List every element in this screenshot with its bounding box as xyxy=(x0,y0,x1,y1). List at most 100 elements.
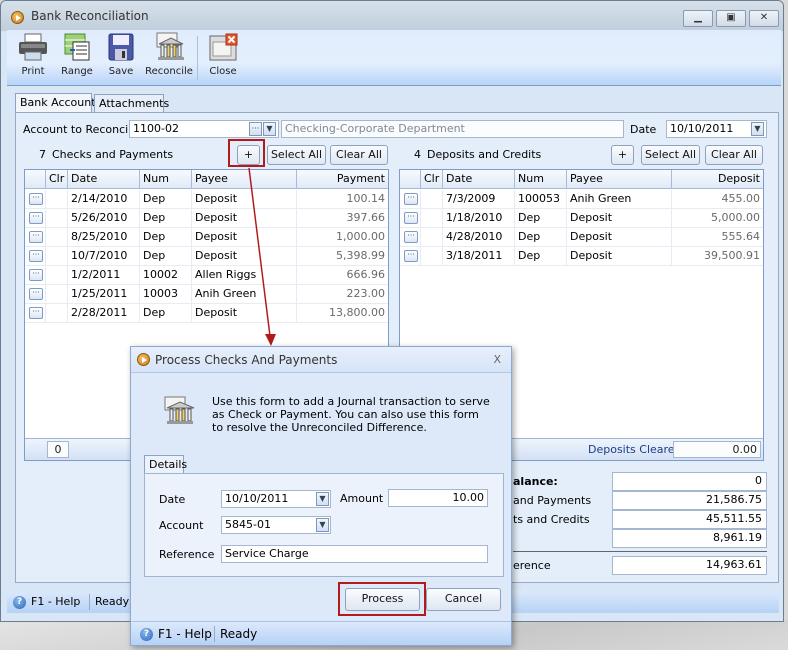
cancel-button[interactable]: Cancel xyxy=(426,588,501,611)
ellipsis-icon[interactable]: ··· xyxy=(29,231,43,243)
dialog-close-button[interactable]: X xyxy=(493,353,501,366)
tab-details[interactable]: Details xyxy=(144,455,187,474)
date-cell: 2/14/2010 xyxy=(68,190,140,209)
dialog-date-label: Date xyxy=(159,493,186,506)
col-num[interactable]: Num xyxy=(140,170,192,189)
amount-label: Amount xyxy=(340,492,384,505)
clr-cell[interactable] xyxy=(421,190,443,209)
dialog-date-input[interactable]: 10/10/2011 xyxy=(221,490,331,508)
ellipsis-icon[interactable]: ··· xyxy=(29,193,43,205)
date-cell: 3/18/2011 xyxy=(443,247,515,266)
table-row[interactable]: ··· 5/26/2010 Dep Deposit 397.66 xyxy=(25,209,388,228)
print-button[interactable]: Print xyxy=(9,32,57,77)
table-row[interactable]: ··· 10/7/2010 Dep Deposit 5,398.99 xyxy=(25,247,388,266)
num-cell: 100053 xyxy=(515,190,567,209)
reference-input[interactable]: Service Charge xyxy=(221,545,488,563)
add-deposit-button[interactable]: + xyxy=(611,145,634,165)
checks-clear-all-button[interactable]: Clear All xyxy=(330,145,388,165)
clr-cell[interactable] xyxy=(46,247,68,266)
row-action-cell: ··· xyxy=(400,247,421,266)
range-label: Range xyxy=(61,66,93,77)
deposits-select-all-button[interactable]: Select All xyxy=(641,145,700,165)
col-payee[interactable]: Payee xyxy=(567,170,672,189)
deposits-count: 4 xyxy=(414,148,421,161)
col-action xyxy=(25,170,46,189)
ellipsis-icon[interactable]: ··· xyxy=(29,269,43,281)
table-row[interactable]: ··· 8/25/2010 Dep Deposit 1,000.00 xyxy=(25,228,388,247)
close-button[interactable]: ✕ xyxy=(749,10,779,27)
dialog-date-dropdown[interactable]: ▼ xyxy=(316,492,329,506)
clr-cell[interactable] xyxy=(46,209,68,228)
help-text[interactable]: F1 - Help xyxy=(31,595,80,608)
clr-cell[interactable] xyxy=(421,209,443,228)
ellipsis-icon[interactable]: ··· xyxy=(404,212,418,224)
amount-cell: 100.14 xyxy=(346,192,386,205)
app-icon xyxy=(11,11,24,24)
clr-cell[interactable] xyxy=(46,285,68,304)
ellipsis-icon[interactable]: ··· xyxy=(404,193,418,205)
restore-button[interactable]: ▣ xyxy=(716,10,746,27)
table-row[interactable]: ··· 1/2/2011 10002 Allen Riggs 666.96 xyxy=(25,266,388,285)
col-date[interactable]: Date xyxy=(68,170,140,189)
col-action xyxy=(400,170,421,189)
close-toolbar-button[interactable]: Close xyxy=(199,32,247,77)
summary-label-1: and Payments xyxy=(513,494,592,507)
num-cell: Dep xyxy=(140,209,192,228)
amount-cell: 5,000.00 xyxy=(711,211,760,224)
dialog-account-dropdown[interactable]: ▼ xyxy=(316,518,329,532)
ellipsis-icon[interactable]: ··· xyxy=(29,250,43,262)
account-lookup-button[interactable]: ··· xyxy=(249,122,262,136)
col-date[interactable]: Date xyxy=(443,170,515,189)
clr-cell[interactable] xyxy=(46,266,68,285)
range-button[interactable]: Range xyxy=(53,32,101,77)
minimize-button[interactable]: ▁ xyxy=(683,10,713,27)
date-label: Date xyxy=(630,123,657,136)
reconcile-button[interactable]: Reconcile xyxy=(143,32,195,77)
col-deposit[interactable]: Deposit xyxy=(672,170,763,189)
tab-attachments[interactable]: Attachments xyxy=(94,94,169,112)
ellipsis-icon[interactable]: ··· xyxy=(404,231,418,243)
col-payee[interactable]: Payee xyxy=(192,170,297,189)
clr-cell[interactable] xyxy=(46,304,68,323)
row-action-cell: ··· xyxy=(25,209,46,228)
close-icon: ✕ xyxy=(759,12,769,23)
col-num[interactable]: Num xyxy=(515,170,567,189)
dialog-help-text[interactable]: F1 - Help xyxy=(158,627,212,641)
col-clr[interactable]: Clr xyxy=(421,170,443,189)
clr-cell[interactable] xyxy=(46,190,68,209)
col-clr[interactable]: Clr xyxy=(46,170,68,189)
payee-cell: Deposit xyxy=(192,304,297,323)
account-dropdown-button[interactable]: ▼ xyxy=(263,122,276,136)
clr-cell[interactable] xyxy=(46,228,68,247)
clr-cell[interactable] xyxy=(421,228,443,247)
table-row[interactable]: ··· 3/18/2011 Dep Deposit 39,500.91 xyxy=(400,247,763,266)
date-dropdown-button[interactable]: ▼ xyxy=(751,122,764,136)
ellipsis-icon[interactable]: ··· xyxy=(29,212,43,224)
checks-grid-header: Clr Date Num Payee Payment xyxy=(25,170,388,189)
table-row[interactable]: ··· 2/14/2010 Dep Deposit 100.14 xyxy=(25,190,388,209)
dialog-account-input[interactable]: 5845-01 xyxy=(221,516,331,534)
amount-input[interactable]: 10.00 xyxy=(388,489,488,507)
deposits-title: Deposits and Credits xyxy=(427,148,542,161)
deposits-clear-all-button[interactable]: Clear All xyxy=(705,145,763,165)
table-row[interactable]: ··· 1/25/2011 10003 Anih Green 223.00 xyxy=(25,285,388,304)
save-button[interactable]: Save xyxy=(97,32,145,77)
summary-value-1: 21,586.75 xyxy=(612,491,767,510)
table-row[interactable]: ··· 2/28/2011 Dep Deposit 13,800.00 xyxy=(25,304,388,323)
ellipsis-icon[interactable]: ··· xyxy=(404,250,418,262)
table-row[interactable]: ··· 4/28/2010 Dep Deposit 555.64 xyxy=(400,228,763,247)
summary-value-3: 8,961.19 xyxy=(612,529,767,548)
col-payment[interactable]: Payment xyxy=(297,170,388,189)
ellipsis-icon[interactable]: ··· xyxy=(29,307,43,319)
checks-select-all-button[interactable]: Select All xyxy=(267,145,326,165)
tab-bank-accounts[interactable]: Bank Accounts xyxy=(15,93,101,113)
amount-cell: 555.64 xyxy=(721,230,761,243)
table-row[interactable]: ··· 1/18/2010 Dep Deposit 5,000.00 xyxy=(400,209,763,228)
table-row[interactable]: ··· 7/3/2009 100053 Anih Green 455.00 xyxy=(400,190,763,209)
ellipsis-icon[interactable]: ··· xyxy=(29,288,43,300)
clr-cell[interactable] xyxy=(421,247,443,266)
summary-label-0: alance: xyxy=(513,475,558,488)
account-value: 1100-02 xyxy=(133,122,179,135)
chevron-down-icon: ▼ xyxy=(319,494,326,503)
toolbar: Print Range Save Reconcile Close xyxy=(7,30,781,86)
